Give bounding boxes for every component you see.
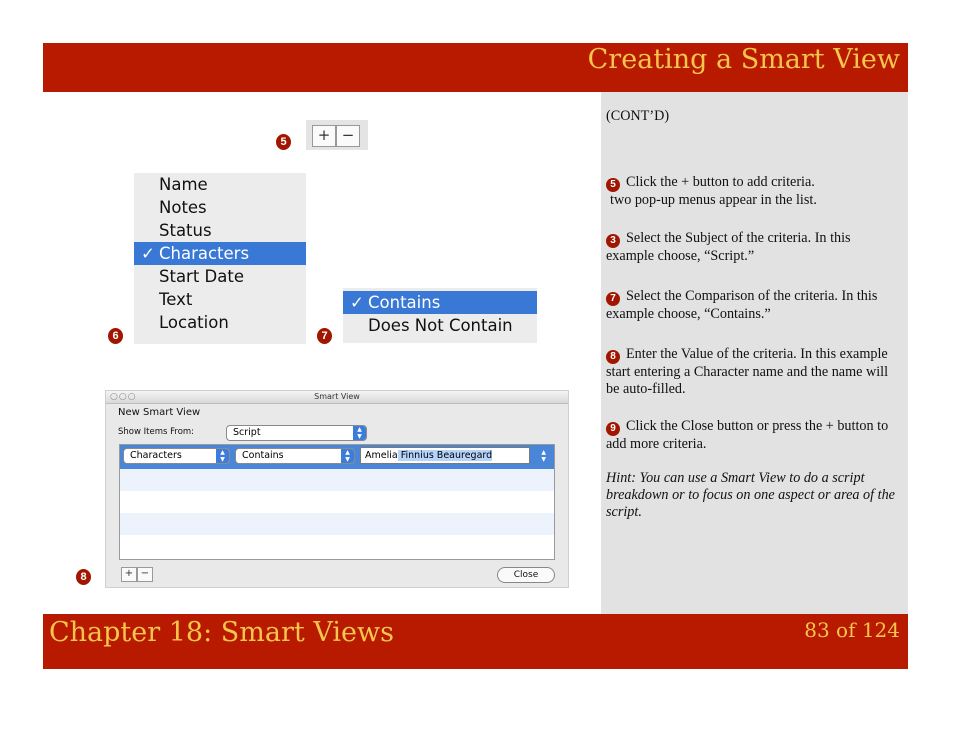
instructions-sidebar: (CONT’D) 5 Click the + button to add crit… — [601, 92, 908, 614]
window-titlebar: ○○○ Smart View — [106, 391, 568, 404]
menu-item-status[interactable]: Status — [134, 219, 306, 242]
menu-item-text[interactable]: Text — [134, 288, 306, 311]
step-3-text: 3 Select the Subject of the criteria. In … — [606, 230, 851, 264]
footer-banner: Chapter 18: Smart Views 83 of 124 — [43, 614, 908, 669]
contd-label: (CONT’D) — [606, 108, 670, 124]
check-icon: ✓ — [141, 244, 155, 263]
page-number: 83 of 124 — [804, 618, 900, 642]
plus-minus-illustration: + − — [306, 120, 368, 150]
page-title: Creating a Smart View — [587, 44, 900, 75]
scroll-arrows-icon[interactable]: ▲ ▼ — [541, 449, 546, 463]
stepper-arrows-icon: ▲ ▼ — [341, 449, 354, 463]
step-8-text: 8 Enter the Value of the criteria. In thi… — [606, 346, 889, 397]
hint-text: Hint: You can use a Smart View to do a s… — [606, 470, 895, 520]
step-7-text: 7 Select the Comparison of the criteria. … — [606, 288, 878, 322]
stepper-arrows-icon: ▲ ▼ — [353, 426, 366, 440]
stepper-arrows-icon: ▲ ▼ — [216, 449, 229, 463]
chapter-title: Chapter 18: Smart Views — [49, 617, 394, 648]
window-title: Smart View — [314, 392, 360, 401]
step-9-text: 9 Click the Close button or press the + b… — [606, 418, 889, 452]
step-badge-6: 6 — [108, 328, 123, 344]
list-row-empty — [120, 513, 554, 535]
comparison-menu: ✓ Contains Does Not Contain — [343, 288, 537, 343]
show-items-select[interactable]: Script ▲ ▼ — [226, 425, 367, 441]
menu-item-characters[interactable]: ✓ Characters — [134, 242, 306, 265]
criteria-row[interactable]: Characters ▲ ▼ Contains ▲ ▼ Amelia Finnius… — [120, 445, 554, 469]
dialog-heading: New Smart View — [118, 407, 201, 418]
step-badge-7: 7 — [317, 328, 332, 344]
value-input[interactable]: Amelia Finnius Beauregard — [360, 447, 530, 464]
step-badge-5: 5 — [276, 134, 291, 150]
list-row-empty — [120, 491, 554, 513]
subject-menu: Name Notes Status ✓ Characters Start Date… — [134, 173, 306, 344]
menu-item-does-not-contain[interactable]: Does Not Contain — [343, 314, 537, 337]
subject-select[interactable]: Characters ▲ ▼ — [123, 448, 230, 464]
dialog-remove-button[interactable]: − — [137, 567, 153, 582]
smart-view-dialog: ○○○ Smart View New Smart View Show Items… — [105, 390, 569, 588]
comparison-select[interactable]: Contains ▲ ▼ — [235, 448, 355, 464]
check-icon: ✓ — [350, 293, 364, 312]
list-row-empty — [120, 535, 554, 557]
header-banner: Creating a Smart View — [43, 43, 908, 92]
show-items-label: Show Items From: — [118, 427, 195, 437]
remove-criteria-button[interactable]: − — [336, 125, 360, 147]
step-number-9: 9 — [606, 422, 620, 436]
step-number-3: 3 — [606, 234, 620, 248]
step-5-text: 5 Click the + button to add criteria. — [606, 174, 900, 192]
step-number-7: 7 — [606, 292, 620, 306]
menu-item-location[interactable]: Location — [134, 311, 306, 334]
step-number-8: 8 — [606, 350, 620, 364]
step-5-subtext: two pop-up menus appear in the list. — [610, 192, 817, 208]
criteria-list: Characters ▲ ▼ Contains ▲ ▼ Amelia Finnius… — [119, 444, 555, 560]
menu-item-notes[interactable]: Notes — [134, 196, 306, 219]
menu-item-name[interactable]: Name — [134, 173, 306, 196]
menu-item-start-date[interactable]: Start Date — [134, 265, 306, 288]
menu-item-contains[interactable]: ✓ Contains — [343, 291, 537, 314]
close-button[interactable]: Close — [497, 567, 555, 583]
list-row-empty — [120, 469, 554, 491]
dialog-add-button[interactable]: + — [121, 567, 137, 582]
step-number-5: 5 — [606, 178, 620, 192]
step-badge-8: 8 — [76, 569, 91, 585]
add-criteria-button[interactable]: + — [312, 125, 336, 147]
